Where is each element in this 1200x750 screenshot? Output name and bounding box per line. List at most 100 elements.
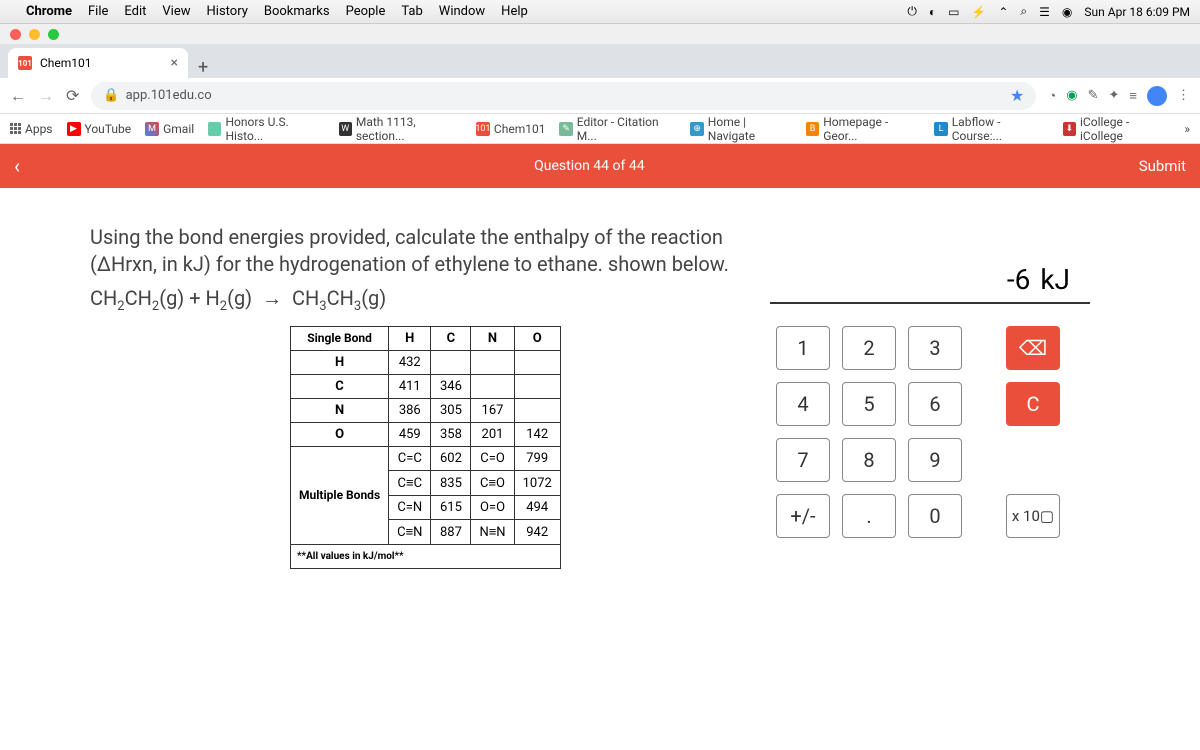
forward-button[interactable]: →: [38, 86, 54, 106]
bookmark-gmail[interactable]: MGmail: [145, 122, 194, 136]
back-icon[interactable]: ‹: [14, 154, 20, 178]
back-button[interactable]: ←: [10, 86, 26, 106]
menu-tab[interactable]: Tab: [401, 4, 422, 19]
apps-icon: [10, 123, 21, 134]
gmail-icon: M: [145, 122, 159, 136]
youtube-icon: ▶: [67, 122, 81, 136]
bookmark-chem101[interactable]: 101Chem101: [476, 122, 546, 136]
folder-icon: [208, 122, 221, 136]
browser-toolbar: ← → ⟳ 🔒 app.101edu.co ★ ◔ ◉ ✎ ✦ ≡ ⋮: [0, 78, 1200, 114]
key-2[interactable]: 2: [842, 326, 896, 370]
globe-icon: ⊕: [690, 122, 703, 136]
key-8[interactable]: 8: [842, 438, 896, 482]
menu-people[interactable]: People: [346, 4, 386, 19]
bookmarks-bar: Apps ▶YouTube MGmail Honors U.S. Histo..…: [0, 114, 1200, 144]
single-bond-label: Single Bond: [291, 327, 389, 351]
keypad: 1 2 3 ⌫ 4 5 6 C 7 8 9 +/- . 0 x 10▢: [770, 326, 1090, 538]
bookmark-youtube[interactable]: ▶YouTube: [67, 122, 132, 136]
wifi-icon: ⌃: [998, 5, 1008, 19]
bookmark-star-icon[interactable]: ★: [1010, 86, 1024, 105]
browser-tab-bar: 101 Chem101 × +: [0, 44, 1200, 78]
chem101-icon: 101: [476, 122, 490, 136]
clock[interactable]: Sun Apr 18 6:09 PM: [1084, 5, 1190, 19]
menu-history[interactable]: History: [207, 4, 248, 19]
search-icon[interactable]: ⌕: [1020, 4, 1027, 19]
minimize-window[interactable]: [29, 29, 40, 40]
reaction-formula: CH2CH2(g) + H2(g) → CH3CH3(g): [90, 286, 730, 314]
key-0[interactable]: 0: [908, 494, 962, 538]
key-clear[interactable]: C: [1006, 382, 1060, 426]
ext-icon[interactable]: ◔: [1048, 88, 1056, 104]
key-7[interactable]: 7: [776, 438, 830, 482]
bookmark-math[interactable]: WMath 1113, section...: [339, 115, 462, 143]
question-number: Question 44 of 44: [534, 158, 644, 174]
answer-display: -6 kJ: [770, 244, 1090, 304]
answer-value: -6: [1007, 263, 1030, 296]
multiple-bonds-label: Multiple Bonds: [291, 447, 389, 545]
backspace-icon: ⌫: [1019, 336, 1047, 360]
window-controls: [0, 24, 1200, 44]
bluetooth-icon: ⚡: [971, 5, 986, 19]
address-bar[interactable]: 🔒 app.101edu.co ★: [91, 82, 1036, 110]
reload-button[interactable]: ⟳: [66, 86, 79, 105]
bookmark-honors[interactable]: Honors U.S. Histo...: [208, 115, 324, 143]
answer-panel: -6 kJ 1 2 3 ⌫ 4 5 6 C 7 8 9 +/- . 0 x 10…: [770, 224, 1090, 569]
bookmark-apps[interactable]: Apps: [10, 122, 53, 136]
ext-icon[interactable]: ✎: [1088, 88, 1099, 103]
question-text: Using the bond energies provided, calcul…: [90, 224, 730, 278]
key-1[interactable]: 1: [776, 326, 830, 370]
question-panel: Using the bond energies provided, calcul…: [90, 224, 730, 569]
bond-energy-table: Single BondHCNO H432 C411346 N386305167 …: [290, 326, 561, 569]
favicon: 101: [18, 56, 32, 70]
close-tab-icon[interactable]: ×: [171, 55, 178, 71]
battery-icon: ▭: [948, 5, 959, 19]
browser-tab[interactable]: 101 Chem101 ×: [8, 48, 188, 78]
key-9[interactable]: 9: [908, 438, 962, 482]
key-3[interactable]: 3: [908, 326, 962, 370]
close-window[interactable]: [10, 29, 21, 40]
key-exponent[interactable]: x 10▢: [1006, 494, 1060, 538]
bookmark-home[interactable]: ⊕Home | Navigate: [690, 115, 791, 143]
bookmark-homepage[interactable]: BHomepage - Geor...: [806, 115, 920, 143]
key-plusminus[interactable]: +/-: [776, 494, 830, 538]
menu-bookmarks[interactable]: Bookmarks: [264, 4, 330, 19]
reading-list-icon[interactable]: ≡: [1129, 88, 1137, 104]
menu-help[interactable]: Help: [501, 4, 528, 19]
bookmark-overflow[interactable]: »: [1184, 122, 1190, 136]
menu-file[interactable]: File: [88, 4, 108, 19]
control-center-icon[interactable]: ☰: [1039, 5, 1050, 19]
extensions-icon[interactable]: ✦: [1109, 88, 1120, 103]
site-icon: ✎: [559, 122, 572, 136]
ext-icon[interactable]: ◉: [1066, 88, 1077, 103]
table-note: **All values in kJ/mol**: [291, 545, 561, 569]
site-icon: W: [339, 122, 352, 136]
profile-avatar[interactable]: [1147, 86, 1167, 106]
bookmark-citation[interactable]: ✎Editor - Citation M...: [559, 115, 676, 143]
url-text: app.101edu.co: [126, 88, 212, 103]
macos-menubar: Chrome File Edit View History Bookmarks …: [0, 0, 1200, 24]
tab-title: Chem101: [40, 56, 92, 70]
bookmark-icollege[interactable]: ⬇iCollege - iCollege: [1063, 115, 1171, 143]
status-icon: ⏻: [907, 4, 917, 19]
menu-view[interactable]: View: [162, 4, 190, 19]
key-4[interactable]: 4: [776, 382, 830, 426]
site-icon: B: [806, 122, 819, 136]
answer-unit: kJ: [1040, 263, 1070, 296]
site-icon: L: [934, 122, 947, 136]
key-dot[interactable]: .: [842, 494, 896, 538]
key-5[interactable]: 5: [842, 382, 896, 426]
more-icon[interactable]: ⋮: [1177, 88, 1190, 103]
site-icon: ⬇: [1063, 122, 1076, 136]
key-6[interactable]: 6: [908, 382, 962, 426]
key-backspace[interactable]: ⌫: [1006, 326, 1060, 370]
submit-button[interactable]: Submit: [1139, 157, 1186, 175]
new-tab-button[interactable]: +: [188, 57, 218, 78]
lock-icon: 🔒: [103, 88, 119, 103]
menu-edit[interactable]: Edit: [124, 4, 146, 19]
question-header: ‹ Question 44 of 44 Submit: [0, 144, 1200, 188]
maximize-window[interactable]: [48, 29, 59, 40]
siri-icon[interactable]: ◉: [1062, 5, 1072, 19]
bookmark-labflow[interactable]: LLabflow - Course:...: [934, 115, 1048, 143]
app-name[interactable]: Chrome: [26, 4, 72, 19]
menu-window[interactable]: Window: [439, 4, 485, 19]
